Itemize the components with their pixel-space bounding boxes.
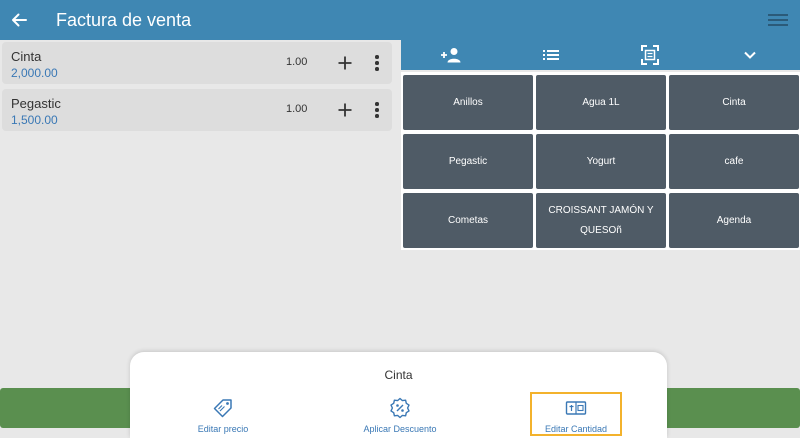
- product-tile[interactable]: cafe: [669, 134, 799, 189]
- item-actions-sheet: Cinta Editar precio Aplicar Descuento Ed…: [130, 352, 667, 438]
- product-grid: Anillos Agua 1L Cinta Pegastic Yogurt ca…: [401, 72, 800, 250]
- expand-button[interactable]: [700, 40, 800, 70]
- line-item-name: Pegastic: [11, 96, 61, 111]
- arrow-left-icon: [12, 13, 27, 27]
- line-item-price: 1,500.00: [11, 113, 58, 127]
- invoice-line[interactable]: Cinta 2,000.00 1.00: [2, 42, 392, 84]
- quantity-card-icon: [565, 401, 587, 415]
- apply-discount-button[interactable]: Aplicar Descuento: [352, 392, 448, 436]
- add-customer-button[interactable]: [401, 40, 501, 70]
- more-options-icon[interactable]: [368, 54, 386, 72]
- barcode-scan-button[interactable]: [601, 40, 701, 70]
- hamburger-menu-icon[interactable]: [768, 9, 788, 31]
- price-tag-icon: [213, 399, 232, 418]
- apply-discount-label: Aplicar Descuento: [363, 424, 437, 434]
- product-tile[interactable]: Agua 1L: [536, 75, 666, 130]
- plus-icon[interactable]: [336, 54, 354, 72]
- line-item-name: Cinta: [11, 49, 42, 64]
- line-item-quantity: 1.00: [286, 103, 308, 115]
- chevron-down-icon: [744, 51, 756, 59]
- page-title: Factura de venta: [56, 9, 192, 30]
- list-view-button[interactable]: [501, 40, 601, 70]
- line-item-price: 2,000.00: [11, 66, 58, 80]
- sheet-title: Cinta: [384, 368, 413, 382]
- add-customer-icon: [440, 48, 461, 63]
- line-item-quantity: 1.00: [286, 56, 308, 68]
- more-options-icon[interactable]: [368, 101, 386, 119]
- product-tile[interactable]: Yogurt: [536, 134, 666, 189]
- plus-icon[interactable]: [336, 101, 354, 119]
- edit-price-button[interactable]: Editar precio: [178, 392, 268, 436]
- product-tile[interactable]: Pegastic: [403, 134, 533, 189]
- list-icon: [542, 50, 559, 60]
- edit-price-label: Editar precio: [197, 424, 249, 434]
- product-toolbar: [401, 40, 800, 70]
- product-tile[interactable]: Agenda: [669, 193, 799, 248]
- product-tile[interactable]: Cometas: [403, 193, 533, 248]
- discount-badge-icon: [390, 397, 410, 419]
- edit-quantity-label: Editar Cantidad: [544, 424, 608, 434]
- app-bar: Factura de venta: [0, 0, 800, 40]
- invoice-line[interactable]: Pegastic 1,500.00 1.00: [2, 89, 392, 131]
- product-tile[interactable]: Anillos: [403, 75, 533, 130]
- edit-quantity-button[interactable]: Editar Cantidad: [530, 392, 622, 436]
- barcode-scan-icon: [641, 45, 660, 65]
- product-tile[interactable]: CROISSANT JAMÓN Y QUESOñ: [536, 193, 666, 248]
- back-button[interactable]: [0, 0, 38, 40]
- product-tile[interactable]: Cinta: [669, 75, 799, 130]
